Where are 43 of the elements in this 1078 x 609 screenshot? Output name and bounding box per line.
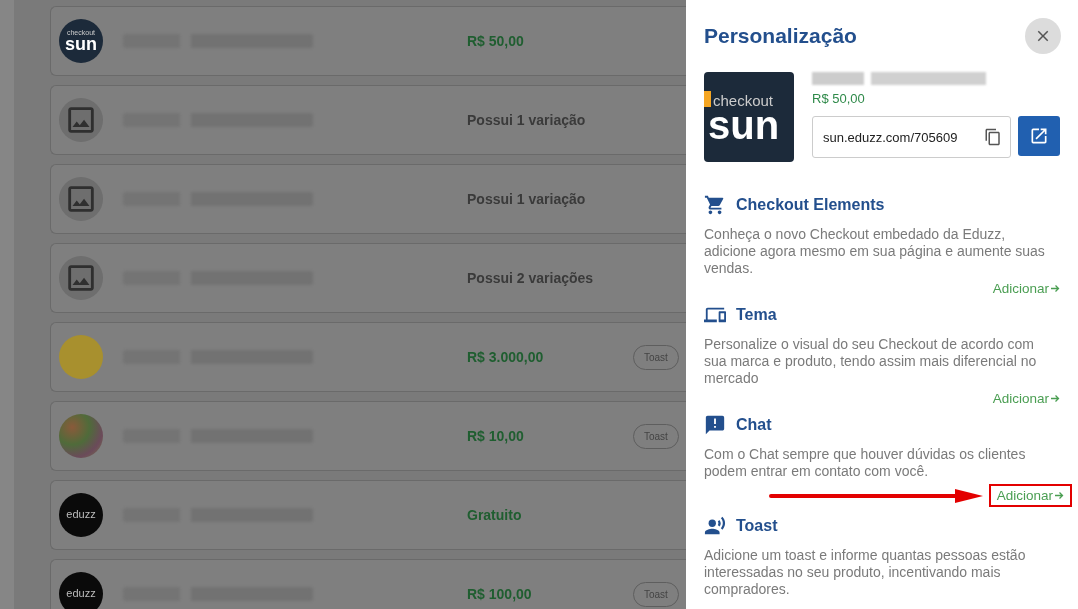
section-title: Tema (736, 306, 777, 324)
product-card[interactable]: eduzz Gratuito (50, 480, 686, 550)
price-text: R$ 100,00 (467, 586, 533, 602)
product-card[interactable]: Possui 2 variações (50, 243, 686, 313)
variations-text: Possui 1 variação (467, 191, 587, 207)
product-logo: eduzz (59, 493, 103, 537)
section-description: Conheça o novo Checkout embedado da Eduzz, adicione agora mesmo em sua página e aumente suas vendas. (704, 226, 1046, 277)
image-placeholder-icon (59, 98, 103, 142)
add-link[interactable]: Adicionar (992, 391, 1060, 406)
price-text: R$ 10,00 (467, 428, 525, 444)
close-button[interactable] (1025, 18, 1061, 54)
arrow-icon (1055, 491, 1064, 500)
add-link[interactable]: Adicionar (988, 484, 1072, 507)
variations-text: Possui 1 variação (467, 112, 587, 128)
link-field[interactable]: sun.eduzz.com/705609 (812, 116, 1011, 158)
price-text: Gratuito (467, 507, 523, 523)
cart-icon (704, 194, 726, 216)
variations-text: Possui 2 variações (467, 270, 595, 286)
open-external-icon (1029, 126, 1049, 146)
arrow-icon (1051, 284, 1060, 293)
product-logo (59, 335, 103, 379)
image-placeholder-icon (59, 256, 103, 300)
section-description: Adicione um toast e informe quantas pessoas estão interessadas no seu produto, incentivando mais compradores. (704, 547, 1027, 598)
section-title: Checkout Elements (736, 196, 885, 214)
product-card[interactable]: Possui 1 variação (50, 164, 686, 234)
add-link[interactable]: Adicionar (992, 281, 1060, 296)
section-description: Personalize o visual do seu Checkout de acordo com sua marca e produto, tendo assim mais diferencial no mercado (704, 336, 1038, 387)
section-description: Com o Chat sempre que houver dúvidas os clientes podem entrar em contato com você. (704, 446, 1027, 480)
section-title: Toast (736, 517, 778, 535)
arrow-icon (1051, 394, 1060, 403)
chat-bubble-icon (704, 414, 726, 436)
price-text: R$ 50,00 (812, 91, 866, 106)
price-text: R$ 3.000,00 (467, 349, 545, 365)
product-card[interactable]: Possui 1 variação (50, 85, 686, 155)
image-placeholder-icon (59, 177, 103, 221)
open-link-button[interactable] (1018, 116, 1060, 156)
product-logo: eduzz (59, 572, 103, 609)
section-title: Chat (736, 416, 772, 434)
product-logo: checkout sun (704, 72, 794, 162)
price-text: R$ 50,00 (467, 33, 525, 49)
panel-title: Personalização (704, 24, 857, 48)
copy-icon[interactable] (984, 128, 1002, 146)
photo-placeholder (59, 414, 103, 458)
